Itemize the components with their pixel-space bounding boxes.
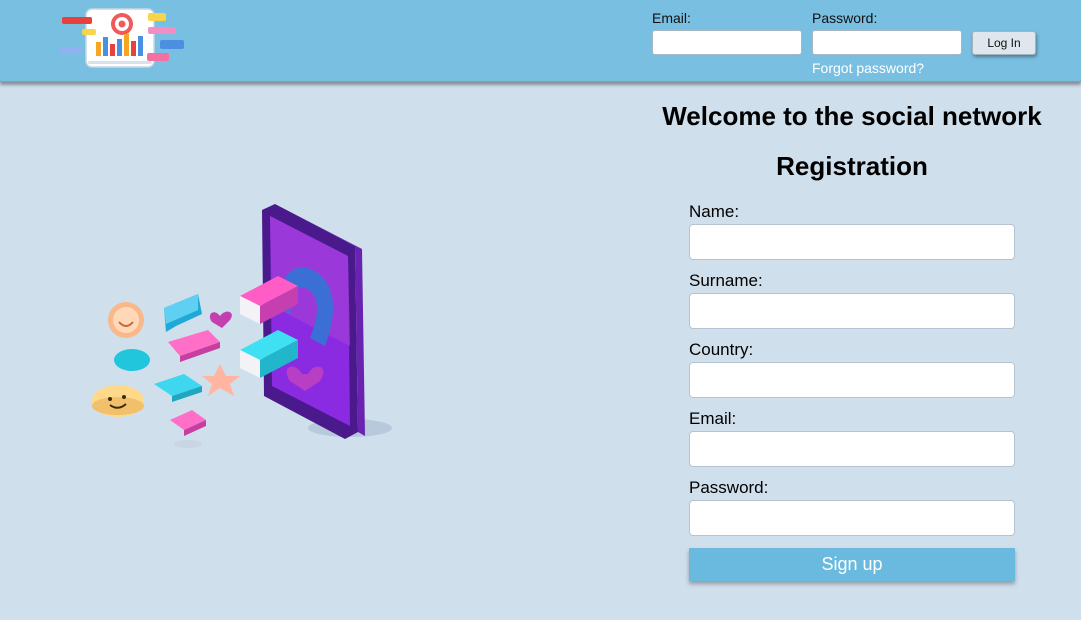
- header-password-field: Password:: [812, 10, 962, 55]
- country-field: Country:: [689, 340, 1015, 398]
- name-input[interactable]: [689, 224, 1015, 260]
- country-input[interactable]: [689, 362, 1015, 398]
- name-field: Name:: [689, 202, 1015, 260]
- password-input[interactable]: [689, 500, 1015, 536]
- header-password-label: Password:: [812, 10, 878, 26]
- header-email-field: Email:: [652, 10, 802, 55]
- password-field: Password:: [689, 478, 1015, 536]
- country-label: Country:: [689, 340, 754, 359]
- top-bar: Email: Password: Log In Forgot password?: [0, 0, 1081, 82]
- header-email-input[interactable]: [652, 30, 802, 55]
- sign-up-button[interactable]: Sign up: [689, 548, 1015, 581]
- surname-field: Surname:: [689, 271, 1015, 329]
- surname-input[interactable]: [689, 293, 1015, 329]
- name-label: Name:: [689, 202, 740, 221]
- surname-label: Surname:: [689, 271, 763, 290]
- social-magnet-illustration: [92, 204, 392, 448]
- login-button[interactable]: Log In: [972, 31, 1036, 55]
- welcome-title: Welcome to the social network: [662, 101, 1042, 131]
- email-field: Email:: [689, 409, 1015, 467]
- forgot-password-link[interactable]: Forgot password?: [812, 60, 924, 76]
- header-email-label: Email:: [652, 10, 691, 26]
- email-label: Email:: [689, 409, 737, 428]
- registration-title: Registration: [776, 151, 928, 181]
- email-input[interactable]: [689, 431, 1015, 467]
- app-logo-icon[interactable]: [52, 6, 190, 72]
- header-password-input[interactable]: [812, 30, 962, 55]
- password-label: Password:: [689, 478, 769, 497]
